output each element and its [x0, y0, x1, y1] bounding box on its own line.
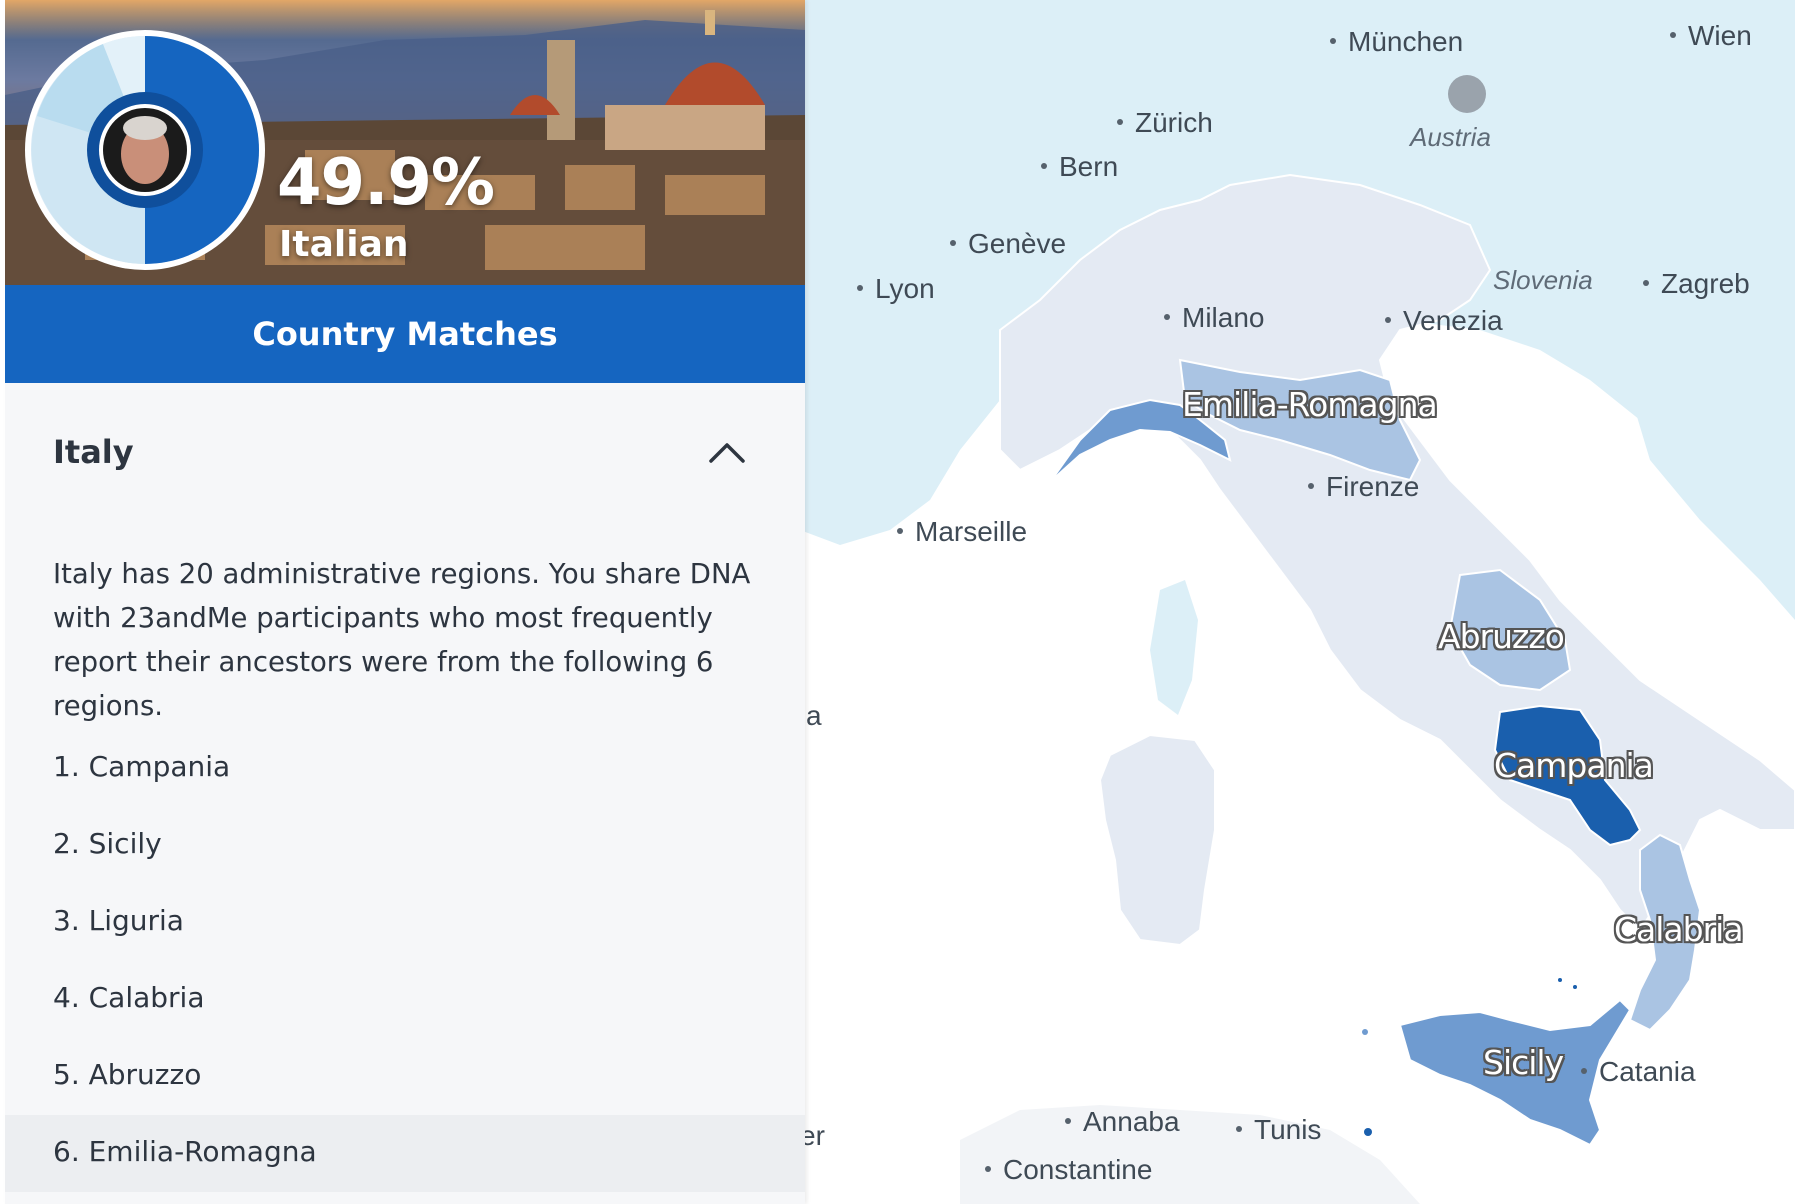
hero-banner: 49.9% Italian: [5, 0, 805, 285]
donut-svg: [25, 30, 265, 270]
chevron-up-icon[interactable]: [705, 431, 749, 475]
region-label-calabria[interactable]: Calabria: [1614, 910, 1744, 949]
sardinia: [1098, 733, 1216, 947]
city-label: Catania: [1581, 1056, 1696, 1088]
region-label-sicily[interactable]: Sicily: [1483, 1043, 1564, 1082]
city-label: Venezia: [1385, 305, 1503, 337]
island-dot: [1573, 985, 1577, 989]
region-list-label: 2. Sicily: [53, 827, 162, 860]
region-list-item[interactable]: 4. Calabria: [5, 961, 805, 1038]
partial-label: a: [806, 700, 822, 731]
ancestry-donut-chart[interactable]: [23, 28, 267, 272]
region-list-label: 1. Campania: [53, 750, 231, 783]
location-marker: [1448, 75, 1486, 113]
city-label: Annaba: [1065, 1106, 1180, 1138]
city-label: Firenze: [1308, 471, 1419, 503]
city-label: Milano: [1164, 302, 1264, 334]
region-list-item[interactable]: 6. Emilia-Romagna: [5, 1115, 805, 1192]
city-label: München: [1330, 26, 1463, 58]
island-dot: [1364, 1128, 1372, 1136]
region-list-item[interactable]: 3. Liguria: [5, 884, 805, 961]
country-accordion-header[interactable]: Italy: [5, 383, 805, 523]
country-label: Austria: [1410, 122, 1491, 152]
region-list-item[interactable]: 1. Campania: [5, 730, 805, 807]
city-label: Marseille: [897, 516, 1027, 548]
country-label: Slovenia: [1493, 265, 1593, 295]
section-title-bar: Country Matches: [5, 285, 805, 383]
city-label: Zagreb: [1643, 268, 1750, 300]
island-dot: [1362, 1029, 1368, 1035]
region-label-campania[interactable]: Campania: [1494, 746, 1654, 785]
region-list-item[interactable]: 5. Abruzzo: [5, 1038, 805, 1115]
region-label-emilia-romagna[interactable]: Emilia-Romagna: [1182, 385, 1438, 424]
region-list-label: 6. Emilia-Romagna: [53, 1135, 317, 1168]
region-list-label: 3. Liguria: [53, 904, 184, 937]
ancestry-label: Italian: [279, 224, 409, 265]
section-title: Country Matches: [252, 315, 558, 353]
island-dot: [1558, 978, 1562, 982]
land-corsica: [1150, 580, 1198, 715]
region-list-label: 5. Abruzzo: [53, 1058, 202, 1091]
country-description: Italy has 20 administrative regions. You…: [53, 558, 751, 722]
country-name: Italy: [53, 433, 134, 471]
city-label: Lyon: [857, 273, 935, 305]
city-label: Bern: [1041, 151, 1118, 183]
country-matches-panel: 49.9% Italian Country Matches Italy Ital…: [5, 0, 805, 1204]
city-label: Zürich: [1117, 107, 1213, 139]
city-label: Constantine: [985, 1154, 1152, 1186]
region-label-abruzzo[interactable]: Abruzzo: [1438, 617, 1565, 656]
region-list-label: 4. Calabria: [53, 981, 205, 1014]
ancestry-percentage: 49.9%: [277, 146, 495, 220]
city-label: Genève: [950, 228, 1066, 260]
region-list-item[interactable]: 2. Sicily: [5, 807, 805, 884]
city-label: Wien: [1670, 20, 1752, 52]
city-label: Tunis: [1236, 1114, 1321, 1146]
